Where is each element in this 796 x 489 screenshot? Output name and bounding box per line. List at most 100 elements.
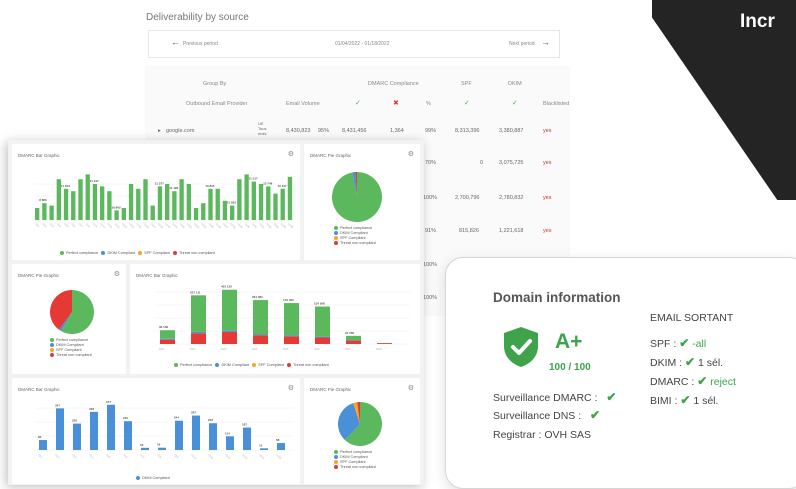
x-tick-label: 01/13 xyxy=(241,454,248,461)
gear-icon[interactable]: ⚙ xyxy=(408,150,414,158)
check-icon: ✔ xyxy=(697,374,707,388)
data-label: 11 377 xyxy=(155,181,164,185)
check-icon: ✔ xyxy=(606,390,616,404)
bar xyxy=(143,179,147,220)
dmarc-pie-card: DMARC Pie Graphic ⚙ Perfect compliance D… xyxy=(304,144,420,260)
bar xyxy=(129,184,133,220)
blacklisted-cell: yes xyxy=(543,228,552,234)
pass-cell: 8,431,456 xyxy=(342,128,366,134)
check-icon: ✓ xyxy=(355,99,361,107)
bar xyxy=(42,203,46,220)
x-tick-label: 01/35 xyxy=(280,223,287,230)
blacklisted-cell: yes xyxy=(543,195,552,201)
chart-legend: Perfect compliance DKIM Compliant SPF Co… xyxy=(174,363,329,367)
registrar: Registrar : OVH SAS xyxy=(493,429,591,441)
data-label: 24 360 xyxy=(345,331,355,335)
x-tick-label: 01/8 xyxy=(376,347,382,351)
dmarc-monitoring-label: Surveillance DMARC : xyxy=(493,392,597,404)
x-tick-label: 01/7 xyxy=(139,454,145,460)
spf-label: SPF : xyxy=(650,338,676,350)
data-label: 244 xyxy=(174,416,179,420)
next-period-button[interactable]: Next period xyxy=(509,41,535,47)
bar xyxy=(243,428,251,450)
x-tick-label: 01/13 xyxy=(121,223,128,230)
bar xyxy=(64,189,68,220)
dkim-row: DKIM : ✔ 1 sél. xyxy=(650,355,723,369)
data-label: 318 xyxy=(89,407,94,411)
dkim-label: DKIM : xyxy=(650,357,682,369)
dkim-cell: 1,221,618 xyxy=(499,228,523,234)
gear-icon[interactable]: ⚙ xyxy=(114,270,120,278)
dmarc-value: reject xyxy=(710,376,736,388)
pie-legend: Perfect compliance DKIM Compliant SPF Co… xyxy=(50,338,92,358)
legend-label: Threat non compliant xyxy=(179,251,215,255)
legend-label: Threat non compliant xyxy=(293,363,329,367)
legend-label: SPF Compliant xyxy=(144,251,170,255)
gear-icon[interactable]: ⚙ xyxy=(288,150,294,158)
data-label: 227 111 xyxy=(190,290,201,294)
blacklisted-cell: yes xyxy=(543,160,552,166)
x-tick-label: 01/24 xyxy=(200,223,207,230)
x-tick-label: 01/2 xyxy=(54,454,60,460)
x-tick-label: 01/15 xyxy=(135,223,142,230)
legend-label: Perfect compliance xyxy=(66,251,98,255)
x-tick-label: 01/30 xyxy=(244,223,251,230)
bar xyxy=(124,421,132,450)
domain-info-title: Domain information xyxy=(493,290,621,305)
dkim-cell: 3,380,887 xyxy=(499,128,523,134)
bar xyxy=(273,194,277,220)
dmarc-bar-card: DMARC Bar Graphic ⚙ 01/101/201/301/401/5… xyxy=(12,144,300,260)
expand-row-icon[interactable]: ▸ xyxy=(158,128,161,134)
data-label: 18 xyxy=(140,443,144,447)
dkim-header: DKIM xyxy=(508,81,522,87)
data-label: 8 866 xyxy=(39,198,47,202)
bar xyxy=(237,179,241,220)
gear-icon[interactable]: ⚙ xyxy=(288,384,294,392)
bar xyxy=(244,174,248,220)
bar xyxy=(136,189,140,220)
chart-legend: DKIM Compliant xyxy=(136,476,170,480)
bar-segment xyxy=(191,295,206,332)
bar-segment xyxy=(253,335,268,344)
gear-icon[interactable]: ⚙ xyxy=(408,384,414,392)
data-label: 240 xyxy=(123,416,128,420)
spf-value: -all xyxy=(692,338,706,350)
check-icon: ✓ xyxy=(464,99,470,107)
bar xyxy=(208,189,212,220)
bar-segment xyxy=(315,337,330,338)
arrow-left-icon[interactable]: ← xyxy=(171,37,180,47)
banner-heading: Incr xyxy=(740,11,775,33)
bar-chart-1: 01/101/201/301/401/501/601/701/801/901/1… xyxy=(12,160,300,246)
x-tick-label: 01/11 xyxy=(207,454,214,461)
arrow-right-icon[interactable]: → xyxy=(541,37,550,47)
bar xyxy=(73,424,81,450)
bar-segment xyxy=(315,307,330,337)
data-label: 13 746 xyxy=(263,181,273,185)
bar-segment xyxy=(346,341,361,344)
data-label: 11 917 xyxy=(90,179,99,183)
bar xyxy=(209,423,217,450)
legend-label: Perfect compliance xyxy=(340,450,372,454)
blacklisted-header: Blacklisted xyxy=(543,101,569,107)
bar xyxy=(158,186,162,220)
x-tick-label: 01/1 xyxy=(159,347,165,351)
volume-header: Email Volume xyxy=(286,101,320,107)
legend-label: DKIM Compliant xyxy=(56,343,84,347)
spf-cell: 2,700,796 xyxy=(455,195,479,201)
bar-segment xyxy=(253,335,268,336)
x-tick-label: 01/33 xyxy=(265,223,272,230)
previous-period-button[interactable]: Previous period xyxy=(183,41,218,47)
x-tick-label: 01/17 xyxy=(150,223,157,230)
dmarc-monitoring-row: Surveillance DMARC : ✔ xyxy=(493,390,616,404)
card-title: DMARC Bar Graphic xyxy=(18,153,60,158)
x-tick-label: 01/20 xyxy=(172,223,179,230)
x-tick-label: 01/8 xyxy=(85,223,91,229)
bar xyxy=(192,416,200,450)
data-label: 10 842 xyxy=(111,205,121,209)
bar-segment xyxy=(160,340,175,344)
bar xyxy=(266,186,270,220)
dmarc-row: DMARC : ✔ reject xyxy=(650,374,736,388)
data-label: 11 017 xyxy=(249,177,258,181)
x-tick-label: 01/4 xyxy=(88,454,94,460)
bar-segment xyxy=(346,336,361,340)
